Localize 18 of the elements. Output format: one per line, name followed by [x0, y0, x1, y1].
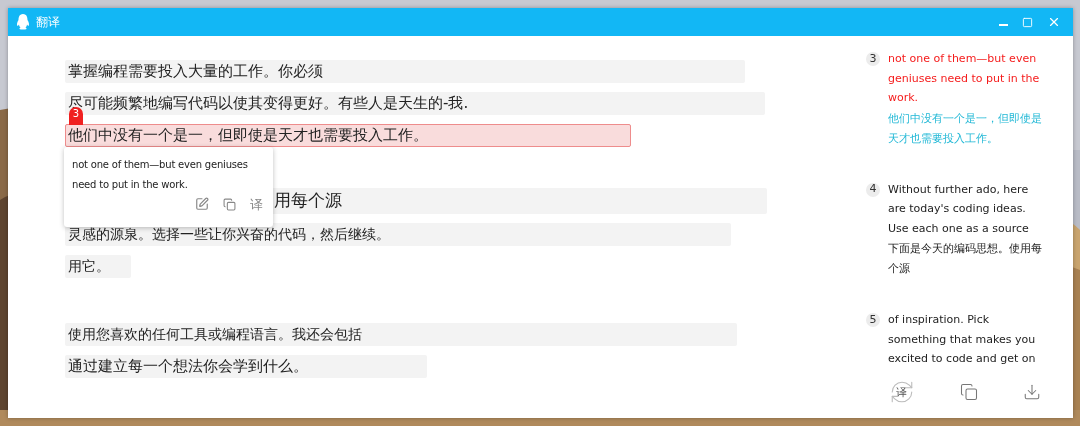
text-segment[interactable]: 灵感的源泉。选择一些让你兴奋的代码，然后继续。 [65, 223, 731, 246]
source-text[interactable]: not one of them—but even geniuses need to put in the work. [888, 49, 1046, 108]
sentence-number: 5 [866, 313, 880, 327]
translated-text: 下面是今天的编码思想。使用每个源 [888, 241, 1043, 276]
text-segment[interactable]: 通过建立每一个想法你会学到什么。 [65, 355, 427, 378]
window-title: 翻译 [36, 14, 60, 31]
number-marker: 3 [69, 107, 83, 125]
sentence-number: 3 [866, 52, 880, 66]
retranslate-button[interactable]: 译 [888, 379, 915, 405]
source-text[interactable]: Without further ado, here are today's coding ideas. Use each one as a source [888, 179, 1046, 238]
text-segment[interactable]: 掌握编程需要投入大量的工作。你必须 [65, 60, 745, 83]
sentence-number: 4 [866, 182, 880, 197]
source-text[interactable]: of inspiration. Pick something that makes you excited to code and get on [888, 310, 1046, 366]
translated-text: 他们中没有一个是一，但即使是天才也需要投入工作。 [888, 110, 1043, 146]
translate-button[interactable]: 译 [250, 197, 263, 211]
text-segment[interactable]: 使用您喜欢的任何工具或编程语言。我还会包括 [65, 323, 737, 346]
text-segment[interactable]: 用它。 [65, 255, 131, 278]
text-segment[interactable]: 他们中没有一个是一，但即使是天才也需要投入工作。 [65, 124, 631, 147]
